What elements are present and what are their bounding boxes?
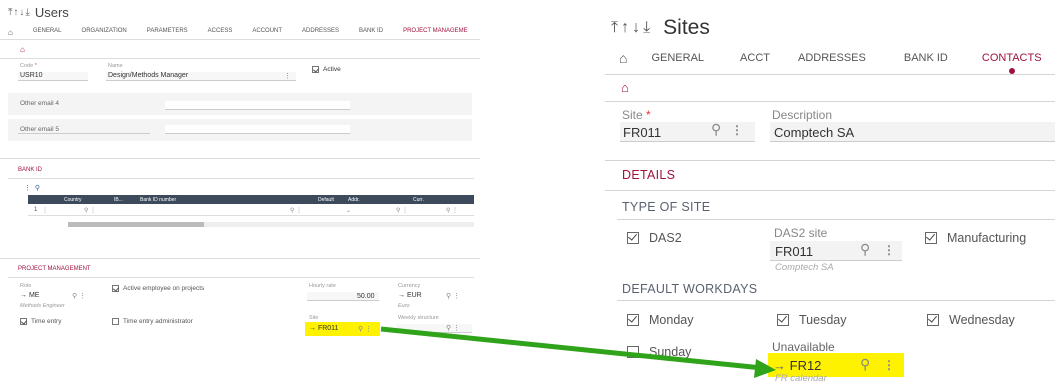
arrow-head: [754, 359, 776, 378]
connector-arrow-icon: [380, 326, 776, 378]
arrow-shaft: [380, 326, 763, 371]
